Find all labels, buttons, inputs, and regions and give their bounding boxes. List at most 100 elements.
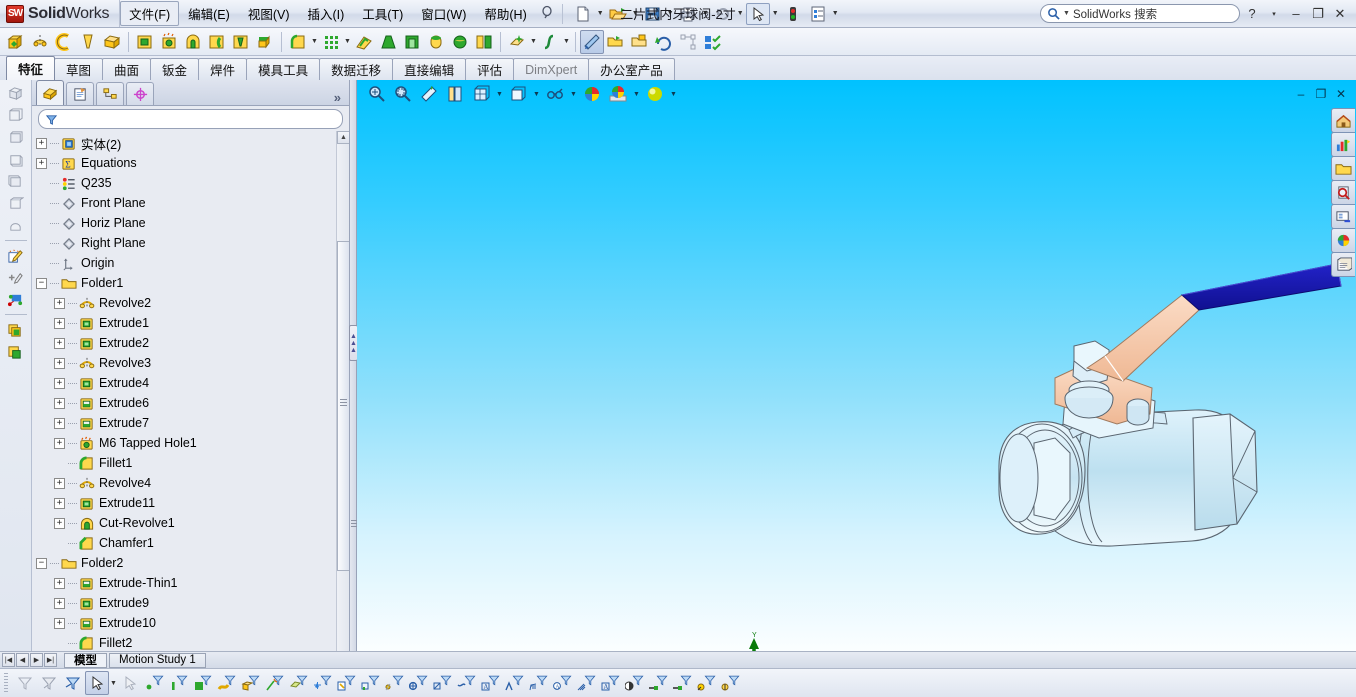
filter-faces-button[interactable]: [190, 671, 214, 695]
menu-help[interactable]: 帮助(H): [475, 1, 535, 26]
command-manager-tabs[interactable]: 特征 草图 曲面 钣金 焊件 模具工具 数据迁移 直接编辑 评估 DimXper…: [0, 56, 1356, 80]
viewport-window-controls[interactable]: – ❐ ✕: [1292, 85, 1356, 103]
filter-datum-target-button[interactable]: [718, 671, 742, 695]
chevron-down-icon[interactable]: ▼: [569, 82, 578, 106]
print-button[interactable]: [676, 3, 700, 25]
view-right-button[interactable]: [4, 171, 28, 192]
filter-dowel-symbols-button[interactable]: [454, 671, 478, 695]
rebuild-model-button[interactable]: [652, 30, 676, 54]
zoom-to-area-button[interactable]: [391, 82, 415, 106]
view-front-button[interactable]: [4, 105, 28, 126]
tree-item-front-plane[interactable]: Front Plane: [32, 193, 349, 213]
view-top-button[interactable]: [4, 193, 28, 214]
filter-solid-bodies-button[interactable]: [238, 671, 262, 695]
expand-icon[interactable]: +: [54, 517, 65, 529]
tab-direct-editing[interactable]: 直接编辑: [392, 58, 467, 80]
tree-item-extrude11[interactable]: + Extrude11: [32, 493, 349, 513]
chevron-down-icon[interactable]: ▼: [596, 3, 605, 25]
tree-item-revolve3[interactable]: + Revolve3: [32, 353, 349, 373]
open-document-button[interactable]: [606, 3, 630, 25]
maximize-button[interactable]: ❐: [1308, 5, 1328, 23]
expand-icon[interactable]: +: [54, 597, 65, 609]
tab-sketch[interactable]: 草图: [54, 58, 104, 80]
custom-properties-button[interactable]: [1331, 252, 1355, 277]
expand-icon[interactable]: +: [36, 137, 47, 149]
document-tabs-bar[interactable]: |◀ ◀ ▶ ▶| 模型 Motion Study 1: [0, 651, 1356, 668]
search-input[interactable]: ▼ SolidWorks 搜索: [1040, 4, 1240, 23]
help-dropdown-icon[interactable]: ▾: [1264, 5, 1284, 23]
menu-view[interactable]: 视图(V): [239, 1, 299, 26]
view-palette-button[interactable]: [1331, 204, 1355, 229]
pushpin-icon[interactable]: [536, 5, 558, 22]
task-pane[interactable]: [1330, 108, 1356, 277]
first-tab-button[interactable]: |◀: [2, 653, 15, 667]
filter-sketch-points-button[interactable]: [310, 671, 334, 695]
expand-icon[interactable]: +: [54, 437, 65, 449]
close-button[interactable]: ✕: [1330, 5, 1350, 23]
perspective-button[interactable]: [643, 82, 667, 106]
expand-icon[interactable]: +: [54, 397, 65, 409]
menu-tools[interactable]: 工具(T): [353, 1, 412, 26]
chevron-down-icon[interactable]: ▼: [562, 31, 571, 53]
scroll-thumb[interactable]: [337, 241, 349, 571]
double-chevron-right-icon[interactable]: »: [334, 90, 349, 105]
next-tab-button[interactable]: ▶: [30, 653, 43, 667]
dome-button[interactable]: [448, 30, 472, 54]
undo-button[interactable]: [711, 3, 735, 25]
tab-configuration-manager[interactable]: [96, 82, 124, 105]
apply-scene-button[interactable]: [580, 82, 604, 106]
quick-access-toolbar[interactable]: ▼ ▼ ▼ ▼ ▼ ▼ ▼: [567, 2, 840, 25]
prev-tab-button[interactable]: ◀: [16, 653, 29, 667]
chevron-down-icon[interactable]: ▼: [532, 82, 541, 106]
chevron-down-icon[interactable]: ▼: [831, 3, 840, 25]
menu-bar[interactable]: 文件(F) 编辑(E) 视图(V) 插入(I) 工具(T) 窗口(W) 帮助(H…: [119, 0, 558, 27]
menu-insert[interactable]: 插入(I): [298, 1, 353, 26]
ball-valve-3d-model[interactable]: [937, 238, 1356, 588]
check-button[interactable]: [700, 30, 724, 54]
tree-item-folder2[interactable]: − Folder2: [32, 553, 349, 573]
tree-item-origin[interactable]: Origin: [32, 253, 349, 273]
view-orientation-button[interactable]: [443, 82, 467, 106]
hole-wizard-button[interactable]: [157, 30, 181, 54]
view-toolbar-rail[interactable]: [0, 80, 32, 651]
tree-item-fillet2[interactable]: Fillet2: [32, 633, 349, 651]
filter-sketch-segments-button[interactable]: [358, 671, 382, 695]
view-isometric-button[interactable]: [4, 83, 28, 104]
options-button[interactable]: [806, 3, 830, 25]
filter-hatch-button[interactable]: [574, 671, 598, 695]
tree-item-extrude7[interactable]: + Extrude7: [32, 413, 349, 433]
menu-file[interactable]: 文件(F): [120, 1, 180, 26]
chevron-down-icon[interactable]: ▼: [529, 31, 538, 53]
filter-notes-button[interactable]: [526, 671, 550, 695]
swept-boss-base-button[interactable]: [52, 30, 76, 54]
shell-button[interactable]: [400, 30, 424, 54]
instant3d-button[interactable]: [580, 29, 604, 54]
scroll-up-button[interactable]: ▲: [337, 131, 349, 144]
tree-item-revolve2[interactable]: + Revolve2: [32, 293, 349, 313]
expand-icon[interactable]: +: [54, 577, 65, 589]
fillet-button[interactable]: [286, 30, 310, 54]
chevron-down-icon[interactable]: ▼: [109, 671, 118, 695]
view-settings-button[interactable]: [606, 82, 630, 106]
tab-sheet-metal[interactable]: 钣金: [150, 58, 200, 80]
chevron-down-icon[interactable]: ▼: [495, 82, 504, 106]
view-heads-up-toolbar[interactable]: ▼ ▼ ▼ ▼ ▼ – ❐ ✕: [357, 80, 1356, 108]
lofted-boss-base-button[interactable]: [76, 30, 100, 54]
sketch-button[interactable]: [4, 245, 28, 266]
filter-datum-button[interactable]: [694, 671, 718, 695]
filter-dimensions-button[interactable]: A: [478, 671, 502, 695]
expand-icon[interactable]: +: [36, 157, 47, 169]
expand-icon[interactable]: +: [54, 477, 65, 489]
tree-item-fillet1[interactable]: Fillet1: [32, 453, 349, 473]
chevron-down-icon[interactable]: ▼: [736, 3, 745, 25]
filter-annotations-button[interactable]: A: [598, 671, 622, 695]
help-button[interactable]: ?: [1242, 5, 1262, 23]
filter-surface-bodies-button[interactable]: [214, 671, 238, 695]
tree-item-extrude1[interactable]: + Extrude1: [32, 313, 349, 333]
filter-midpoints-button[interactable]: [382, 671, 406, 695]
chevron-down-icon[interactable]: ▼: [631, 3, 640, 25]
extruded-boss-base-button[interactable]: [4, 30, 28, 54]
hide-show-items-button[interactable]: [506, 82, 530, 106]
tree-item-2[interactable]: + 实体(2): [32, 133, 349, 153]
lofted-cut-button[interactable]: [229, 30, 253, 54]
